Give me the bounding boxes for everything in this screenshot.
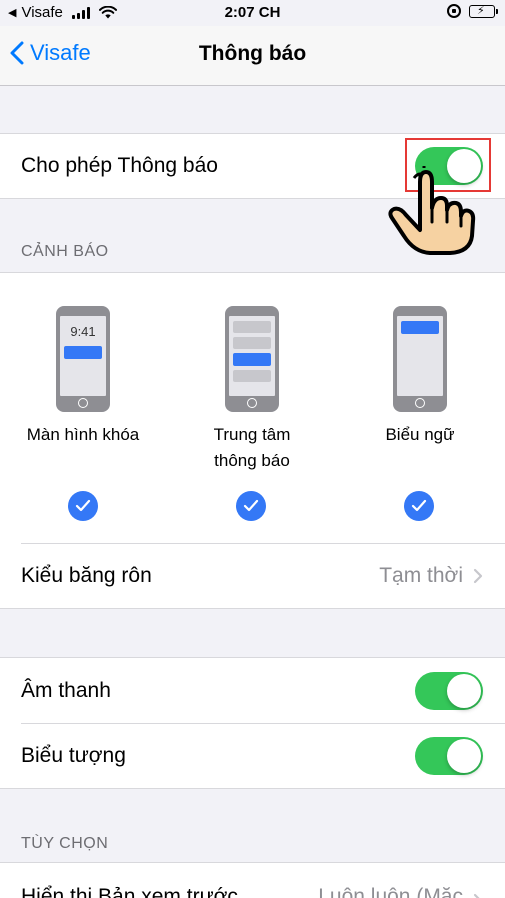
badge-row: Biểu tượng [0,723,505,788]
alert-option-lock-screen[interactable]: 9:41 Màn hình khóa [3,306,163,448]
charging-bolt-icon: ⚡ [477,4,485,17]
status-bar: ◀ Visafe 2:07 CH ⚡ [0,0,505,26]
options-group: Hiển thị Bản xem trước Luôn luôn (Mặc [0,862,505,898]
banner-style-value: Tạm thời [379,564,463,587]
sound-badge-group: Âm thanh Biểu tượng [0,657,505,789]
alerts-group: 9:41 Màn hình khóa Trung tâm thông báo B… [0,272,505,609]
sound-row: Âm thanh [0,658,505,723]
chevron-right-icon [473,893,480,898]
notification-center-label-line1: Trung tâm [213,425,291,444]
banners-label: Biểu ngữ [385,425,455,444]
chevron-right-icon [473,568,483,584]
notification-center-label: Trung tâm thông báo [172,422,332,474]
checkmark-icon [75,499,91,512]
alerts-section-header: CẢNH BÁO [21,243,109,260]
alert-option-banners[interactable]: Biểu ngữ [340,306,500,448]
lock-screen-phone-icon: 9:41 [56,306,110,412]
navigation-bar: Visafe Thông báo [0,26,505,86]
lock-screen-label: Màn hình khóa [26,425,140,444]
badge-label: Biểu tượng [21,743,126,767]
notification-center-label-line2: thông báo [214,451,290,470]
page-title: Thông báo [198,42,307,65]
notification-center-phone-icon [225,306,279,412]
notification-center-checkmark[interactable] [236,491,266,521]
status-right: ⚡ [447,4,498,18]
status-time: 2:07 CH [224,4,281,21]
battery-icon: ⚡ [469,4,498,18]
banner-style-row[interactable]: Kiểu băng rôn Tạm thời [0,543,505,609]
show-previews-label: Hiển thị Bản xem trước [21,885,238,898]
checkmark-icon [243,499,259,512]
orientation-lock-icon [447,4,461,18]
badge-toggle[interactable] [415,736,483,775]
tapping-hand-icon [388,166,476,255]
allow-notifications-label: Cho phép Thông báo [21,154,218,177]
banners-checkmark[interactable] [404,491,434,521]
banners-phone-icon [393,306,447,412]
show-previews-value: Luôn luôn (Mặc [318,885,463,898]
alert-option-notification-center[interactable]: Trung tâm thông báo [172,306,332,474]
checkmark-icon [411,499,427,512]
options-section-header: TÙY CHỌN [21,835,109,852]
lock-screen-checkmark[interactable] [68,491,98,521]
banner-style-label: Kiểu băng rôn [21,564,152,587]
phone-preview-time: 9:41 [70,324,96,339]
sound-toggle[interactable] [415,671,483,710]
sound-label: Âm thanh [21,678,111,702]
show-previews-row[interactable]: Hiển thị Bản xem trước Luôn luôn (Mặc [0,863,505,898]
